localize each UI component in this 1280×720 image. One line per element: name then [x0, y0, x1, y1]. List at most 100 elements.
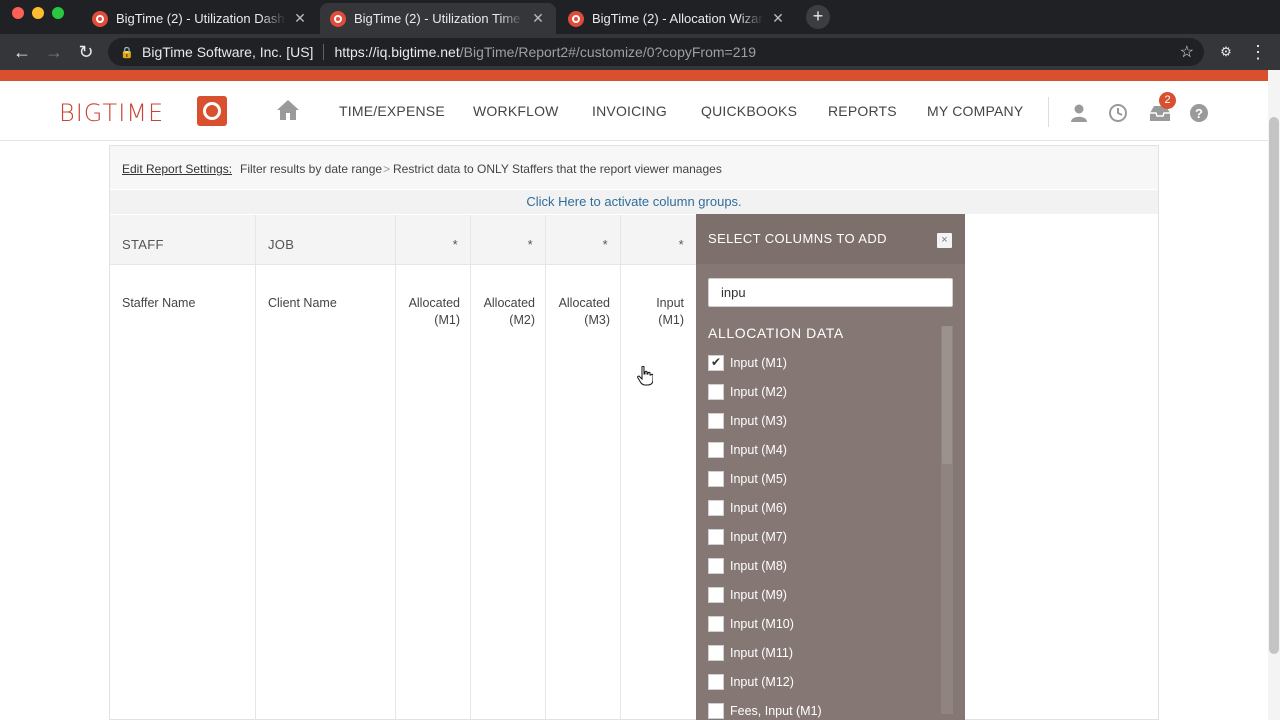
- column-allocated-m1[interactable]: * Allocated (M1): [396, 215, 471, 720]
- restrict-staffers-filter[interactable]: Restrict data to ONLY Staffers that the …: [393, 162, 722, 176]
- svg-text:?: ?: [1195, 106, 1203, 121]
- checkbox[interactable]: [708, 500, 724, 516]
- home-icon[interactable]: [276, 99, 300, 121]
- bigtime-favicon-icon: [568, 10, 584, 27]
- bigtime-favicon-icon: [92, 10, 108, 27]
- column-allocated-m3[interactable]: * Allocated (M3): [546, 215, 621, 720]
- new-tab-button[interactable]: +: [806, 5, 830, 29]
- window-zoom-button[interactable]: [52, 7, 64, 19]
- column-group-label: *: [527, 237, 533, 252]
- checkbox[interactable]: [708, 587, 724, 603]
- column-group-label: *: [602, 237, 608, 252]
- edit-report-settings-link[interactable]: Edit Report Settings:: [122, 162, 232, 176]
- column-option[interactable]: Input (M4): [708, 440, 787, 460]
- reload-icon[interactable]: ↻: [74, 40, 98, 64]
- tab-title: BigTime (2) - Utilization Time Report: [354, 11, 524, 26]
- checkbox-checked[interactable]: [708, 355, 724, 371]
- nav-quickbooks[interactable]: QUICKBOOKS: [701, 103, 797, 119]
- column-option-label: Input (M6): [730, 501, 787, 515]
- panel-title: SELECT COLUMNS TO ADD: [708, 231, 887, 246]
- column-group-label: *: [678, 237, 684, 252]
- page-scrollbar-thumb[interactable]: [1269, 117, 1279, 654]
- column-group-header: [546, 215, 620, 265]
- browser-tab-active[interactable]: BigTime (2) - Utilization Time Report ✕: [320, 3, 556, 34]
- column-search-input[interactable]: [708, 278, 953, 307]
- forward-arrow-icon[interactable]: →: [42, 40, 66, 64]
- nav-workflow[interactable]: WORKFLOW: [473, 103, 559, 119]
- bigtime-favicon-icon: [330, 10, 346, 27]
- column-option[interactable]: Input (M8): [708, 556, 787, 576]
- extension-icon[interactable]: ⚙: [1214, 40, 1238, 64]
- panel-header: SELECT COLUMNS TO ADD ×: [696, 214, 965, 264]
- checkbox[interactable]: [708, 703, 724, 719]
- column-group-label: STAFF: [122, 237, 164, 252]
- browser-menu-icon[interactable]: ⋮: [1246, 40, 1270, 64]
- select-columns-panel: SELECT COLUMNS TO ADD × ALLOCATION DATA …: [696, 214, 965, 720]
- column-allocated-m2[interactable]: * Allocated (M2): [471, 215, 546, 720]
- column-input-m1[interactable]: * Input (M1): [621, 215, 696, 720]
- window-close-button[interactable]: [12, 7, 24, 19]
- header-divider: [1048, 97, 1049, 127]
- address-separator: [323, 44, 325, 60]
- column-option[interactable]: Input (M3): [708, 411, 787, 431]
- nav-reports[interactable]: REPORTS: [828, 103, 897, 119]
- checkbox[interactable]: [708, 674, 724, 690]
- column-option[interactable]: Input (M9): [708, 585, 787, 605]
- column-option-label: Input (M3): [730, 414, 787, 428]
- checkbox[interactable]: [708, 471, 724, 487]
- column-option[interactable]: Input (M12): [708, 672, 794, 692]
- user-icon[interactable]: [1069, 103, 1089, 123]
- hand-cursor-icon: [637, 366, 653, 386]
- clock-icon[interactable]: [1108, 103, 1128, 123]
- checkbox[interactable]: [708, 413, 724, 429]
- help-icon[interactable]: ?: [1189, 103, 1209, 123]
- checkbox[interactable]: [708, 616, 724, 632]
- address-bar[interactable]: 🔒 BigTime Software, Inc. [US] https://iq…: [108, 38, 1204, 66]
- tab-close-icon[interactable]: ✕: [530, 10, 546, 27]
- column-option[interactable]: Input (M5): [708, 469, 787, 489]
- activate-column-groups-link[interactable]: Click Here to activate column groups.: [110, 190, 1158, 214]
- browser-tab[interactable]: BigTime (2) - Allocation Wizard ✕: [558, 3, 796, 34]
- column-client-name[interactable]: JOB Client Name: [256, 215, 396, 720]
- report-columns: STAFF Staffer Name JOB Client Name * All…: [110, 215, 696, 720]
- window-minimize-button[interactable]: [32, 7, 44, 19]
- panel-scrollbar-thumb[interactable]: [942, 326, 952, 464]
- nav-time-expense[interactable]: TIME/EXPENSE: [339, 103, 445, 119]
- column-staffer-name[interactable]: STAFF Staffer Name: [110, 215, 256, 720]
- filter-separator: >: [383, 162, 391, 176]
- lock-icon: 🔒: [120, 46, 134, 59]
- browser-tab[interactable]: BigTime (2) - Utilization Dashboard ✕: [82, 3, 318, 34]
- bigtime-logo-mark-icon[interactable]: [197, 96, 227, 126]
- column-option-label: Input (M2): [730, 385, 787, 399]
- date-range-filter[interactable]: Filter results by date range: [240, 162, 382, 176]
- url-path: /BigTime/Report2#/customize/0?copyFrom=2…: [459, 44, 757, 60]
- column-option[interactable]: Input (M6): [708, 498, 787, 518]
- column-option-label: Input (M9): [730, 588, 787, 602]
- notification-badge: 2: [1159, 92, 1176, 109]
- column-option[interactable]: Input (M10): [708, 614, 794, 634]
- checkbox[interactable]: [708, 442, 724, 458]
- back-arrow-icon[interactable]: ←: [10, 40, 34, 64]
- tab-close-icon[interactable]: ✕: [770, 10, 786, 27]
- column-option[interactable]: Fees, Input (M1): [708, 701, 822, 720]
- checkbox[interactable]: [708, 529, 724, 545]
- bigtime-logo[interactable]: BIGTIME: [59, 99, 164, 127]
- url-host: https://iq.bigtime.net: [334, 44, 460, 60]
- column-group-label: JOB: [268, 237, 295, 252]
- column-option[interactable]: Input (M1): [708, 353, 787, 373]
- browser-toolbar: ← → ↻ 🔒 BigTime Software, Inc. [US] http…: [0, 34, 1280, 70]
- checkbox[interactable]: [708, 645, 724, 661]
- column-option[interactable]: Input (M11): [708, 643, 793, 663]
- column-group-header: [471, 215, 545, 265]
- column-name: Allocated (M1): [408, 296, 460, 327]
- nav-invoicing[interactable]: INVOICING: [592, 103, 667, 119]
- checkbox[interactable]: [708, 384, 724, 400]
- nav-my-company[interactable]: MY COMPANY: [927, 103, 1023, 119]
- panel-close-button[interactable]: ×: [937, 233, 952, 248]
- column-option[interactable]: Input (M7): [708, 527, 787, 547]
- column-option[interactable]: Input (M2): [708, 382, 787, 402]
- bookmark-star-icon[interactable]: ☆: [1180, 42, 1194, 62]
- checkbox[interactable]: [708, 558, 724, 574]
- column-option-label: Input (M1): [730, 356, 787, 370]
- tab-close-icon[interactable]: ✕: [292, 10, 308, 27]
